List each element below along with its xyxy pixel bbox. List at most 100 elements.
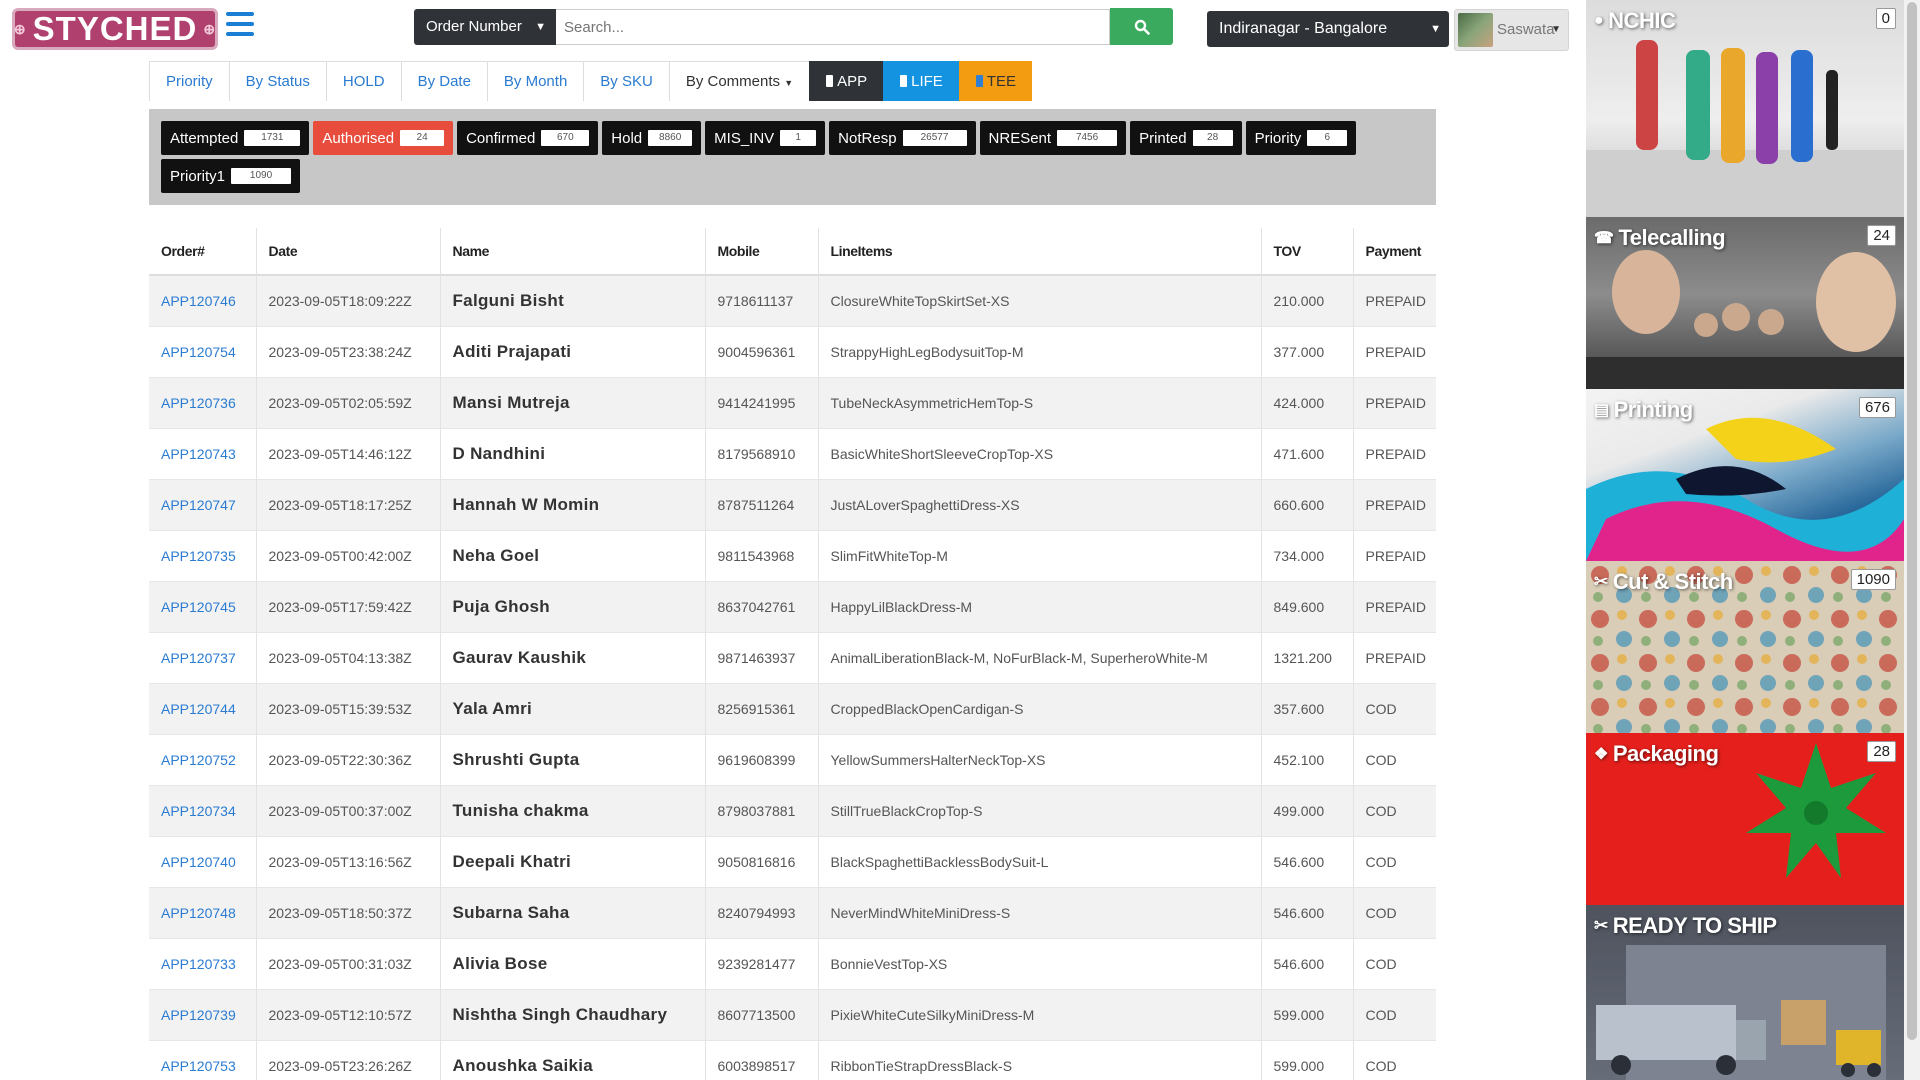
- cell-order: APP120754: [149, 325, 256, 377]
- scrollbar-thumb[interactable]: [1907, 2, 1917, 1040]
- order-link[interactable]: APP120746: [161, 293, 236, 309]
- status-attempted[interactable]: Attempted 1731: [161, 121, 310, 155]
- order-link[interactable]: APP120737: [161, 650, 236, 666]
- order-link[interactable]: APP120747: [161, 497, 236, 513]
- table-row[interactable]: APP120747 2023-09-05T18:17:25Z Hannah W Mo…: [149, 478, 1436, 530]
- cell-date: 2023-09-05T02:05:59Z: [255, 376, 440, 428]
- cell-mobile: 8787511264: [704, 478, 818, 530]
- status-count: 1731: [244, 130, 301, 146]
- table-row[interactable]: APP120734 2023-09-05T00:37:00Z Tunisha cha…: [149, 784, 1436, 836]
- order-link[interactable]: APP120752: [161, 752, 236, 768]
- order-link[interactable]: APP120734: [161, 803, 236, 819]
- tab-life[interactable]: LIFE: [883, 61, 959, 101]
- table-row[interactable]: APP120752 2023-09-05T22:30:36Z Shrushti Gu…: [149, 733, 1436, 785]
- tab-tee[interactable]: TEE: [958, 61, 1032, 101]
- column-header-name[interactable]: Name: [439, 228, 705, 276]
- status-mis-inv[interactable]: MIS_INV 1: [705, 121, 826, 155]
- panel-ready-to-ship[interactable]: ✂ READY TO SHIP: [1586, 905, 1904, 1080]
- tab-by-status[interactable]: By Status: [228, 61, 326, 101]
- cell-lineitems: HappyLilBlackDress-M: [817, 580, 1261, 632]
- panel-count: 1090: [1850, 569, 1896, 590]
- table-row[interactable]: APP120744 2023-09-05T15:39:53Z Yala Amri 82…: [149, 682, 1436, 734]
- panel-packaging[interactable]: ❖ Packaging 28: [1586, 733, 1904, 905]
- panel-telecalling[interactable]: ☎ Telecalling 24: [1586, 217, 1904, 389]
- panel-nchic[interactable]: ● NCHIC 0: [1586, 0, 1904, 217]
- cell-payment: PREPAID: [1352, 427, 1436, 479]
- status-priority[interactable]: Priority 6: [1245, 121, 1357, 155]
- status-label: NotResp: [838, 129, 897, 147]
- cell-mobile: 8256915361: [704, 682, 818, 734]
- status-authorised[interactable]: Authorised 24: [313, 121, 454, 155]
- cell-tov: 499.000: [1260, 784, 1353, 836]
- cell-lineitems: TubeNeckAsymmetricHemTop-S: [817, 376, 1261, 428]
- panel-cut-stitch[interactable]: ✂ Cut & Stitch 1090: [1586, 561, 1904, 733]
- panel-printing[interactable]: ▤ Printing 676: [1586, 389, 1904, 561]
- order-link[interactable]: APP120748: [161, 905, 236, 921]
- search-icon: [1134, 19, 1150, 35]
- cell-order: APP120737: [149, 631, 256, 683]
- table-row[interactable]: APP120737 2023-09-05T04:13:38Z Gaurav Kaus…: [149, 631, 1436, 683]
- store-select[interactable]: Indiranagar - Bangalore ▼: [1207, 11, 1449, 47]
- user-menu[interactable]: Saswata ▼: [1454, 9, 1569, 51]
- table-row[interactable]: APP120743 2023-09-05T14:46:12Z D Nandhini 8…: [149, 427, 1436, 479]
- tab-app[interactable]: APP: [809, 61, 884, 101]
- cell-payment: PREPAID: [1352, 274, 1436, 326]
- status-priority1[interactable]: Priority1 1090: [161, 159, 301, 193]
- search-input[interactable]: [556, 9, 1110, 45]
- status-confirmed[interactable]: Confirmed 670: [457, 121, 599, 155]
- column-header-order[interactable]: Order#: [149, 228, 256, 276]
- table-row[interactable]: APP120735 2023-09-05T00:42:00Z Neha Goel 98…: [149, 529, 1436, 581]
- status-nresent[interactable]: NRESent 7456: [979, 121, 1127, 155]
- phone-icon: ☎: [1594, 230, 1614, 247]
- order-link[interactable]: APP120733: [161, 956, 236, 972]
- cell-mobile: 8179568910: [704, 427, 818, 479]
- tab-by-sku[interactable]: By SKU: [583, 61, 669, 101]
- table-row[interactable]: APP120740 2023-09-05T13:16:56Z Deepali Kha…: [149, 835, 1436, 887]
- table-header-row: Order# Date Name Mobile LineItems TOV Pa…: [149, 228, 1436, 276]
- order-link[interactable]: APP120743: [161, 446, 236, 462]
- tab-by-comments[interactable]: By Comments ▼: [668, 61, 810, 101]
- cell-date: 2023-09-05T15:39:53Z: [255, 682, 440, 734]
- column-header-tov[interactable]: TOV: [1260, 228, 1353, 276]
- order-link[interactable]: APP120735: [161, 548, 236, 564]
- search-type-select[interactable]: Order Number ▼: [414, 9, 556, 45]
- cell-payment: PREPAID: [1352, 376, 1436, 428]
- column-header-mobile[interactable]: Mobile: [704, 228, 818, 276]
- panel-title-text: Printing: [1613, 397, 1694, 422]
- order-link[interactable]: APP120745: [161, 599, 236, 615]
- cell-payment: PREPAID: [1352, 529, 1436, 581]
- tab-by-date[interactable]: By Date: [400, 61, 487, 101]
- tab-hold[interactable]: HOLD: [325, 61, 401, 101]
- search-button[interactable]: [1110, 8, 1173, 45]
- order-link[interactable]: APP120753: [161, 1058, 236, 1074]
- table-row[interactable]: APP120736 2023-09-05T02:05:59Z Mansi Mutre…: [149, 376, 1436, 428]
- cell-payment: COD: [1352, 835, 1436, 887]
- table-row[interactable]: APP120748 2023-09-05T18:50:37Z Subarna Sah…: [149, 886, 1436, 938]
- status-notresp[interactable]: NotResp 26577: [829, 121, 976, 155]
- column-header-date[interactable]: Date: [255, 228, 440, 276]
- logo[interactable]: ⊕ STYCHED ⊕: [12, 8, 218, 50]
- tab-priority[interactable]: Priority: [149, 61, 229, 101]
- order-link[interactable]: APP120754: [161, 344, 236, 360]
- cell-lineitems: JustALoverSpaghettiDress-XS: [817, 478, 1261, 530]
- status-printed[interactable]: Printed 28: [1130, 121, 1242, 155]
- table-row[interactable]: APP120746 2023-09-05T18:09:22Z Falguni Bis…: [149, 274, 1436, 326]
- menu-icon[interactable]: [226, 12, 254, 36]
- table-row[interactable]: APP120745 2023-09-05T17:59:42Z Puja Ghosh 8…: [149, 580, 1436, 632]
- column-header-payment[interactable]: Payment: [1352, 228, 1436, 276]
- column-header-lineitems[interactable]: LineItems: [817, 228, 1261, 276]
- cell-payment: COD: [1352, 733, 1436, 785]
- panel-count: 0: [1875, 8, 1896, 29]
- order-link[interactable]: APP120739: [161, 1007, 236, 1023]
- table-row[interactable]: APP120754 2023-09-05T23:38:24Z Aditi Praja…: [149, 325, 1436, 377]
- order-link[interactable]: APP120736: [161, 395, 236, 411]
- table-row[interactable]: APP120739 2023-09-05T12:10:57Z Nishtha Sin…: [149, 988, 1436, 1040]
- order-link[interactable]: APP120740: [161, 854, 236, 870]
- status-hold[interactable]: Hold 8860: [602, 121, 702, 155]
- scrollbar[interactable]: [1904, 0, 1920, 1080]
- tab-by-month[interactable]: By Month: [486, 61, 584, 101]
- table-row[interactable]: APP120753 2023-09-05T23:26:26Z Anoushka Sa…: [149, 1039, 1436, 1080]
- cell-mobile: 9871463937: [704, 631, 818, 683]
- table-row[interactable]: APP120733 2023-09-05T00:31:03Z Alivia Bose…: [149, 937, 1436, 989]
- order-link[interactable]: APP120744: [161, 701, 236, 717]
